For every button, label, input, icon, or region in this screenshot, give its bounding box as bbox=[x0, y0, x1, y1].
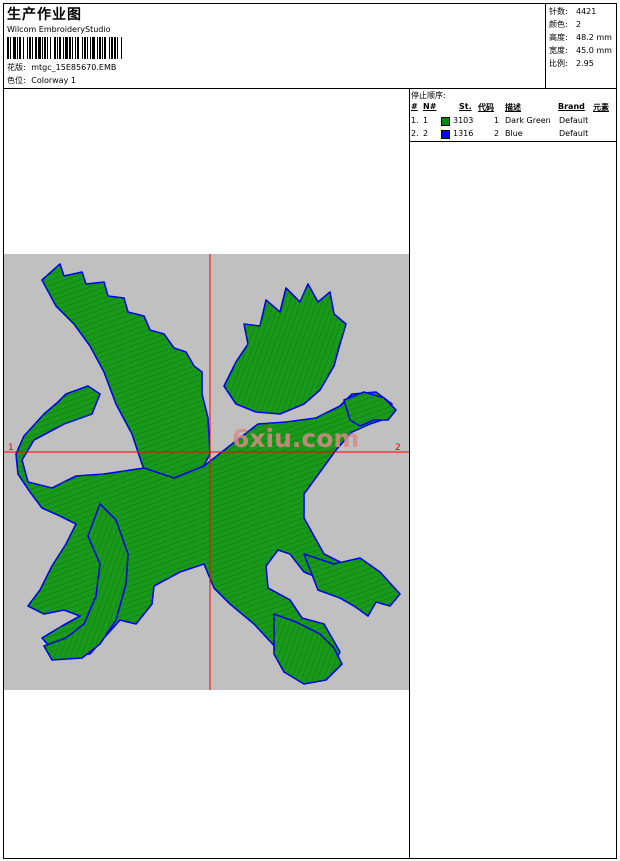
row-code: 2 bbox=[494, 129, 500, 138]
color-swatch bbox=[441, 130, 450, 139]
row-stitches: 3103 bbox=[453, 116, 474, 125]
stat-width: 宽度: 45.0 mm bbox=[549, 46, 612, 55]
col-header-n: N# bbox=[423, 102, 437, 111]
right-panel-divider bbox=[409, 88, 410, 859]
colorway-label: 色位: bbox=[7, 76, 26, 85]
axis-label-right: 2 bbox=[395, 443, 401, 453]
stat-scale: 比例: 2.95 bbox=[549, 59, 594, 68]
design-canvas: 1 2 bbox=[4, 254, 409, 690]
design-file-line: 花版: mtgc_15E85670.EMB bbox=[7, 62, 116, 73]
row-n: 1 bbox=[423, 116, 429, 125]
watermark: 6xiu.com bbox=[232, 424, 360, 453]
row-n: 2 bbox=[423, 129, 429, 138]
page-title: 生产作业图 bbox=[7, 7, 82, 23]
row-index: 1. bbox=[411, 116, 419, 125]
row-index: 2. bbox=[411, 129, 419, 138]
stats-divider bbox=[545, 3, 546, 89]
design-file-name: mtgc_15E85670.EMB bbox=[31, 63, 117, 72]
griffin-embroidery bbox=[4, 254, 409, 690]
col-header-description: 描述 bbox=[505, 103, 521, 112]
axis-label-left: 1 bbox=[8, 443, 14, 453]
color-swatch bbox=[441, 117, 450, 126]
header-divider bbox=[3, 88, 617, 89]
software-name: Wilcom EmbroideryStudio bbox=[7, 25, 111, 34]
row-brand: Default bbox=[559, 129, 589, 138]
table-row: 1. 1 3103 1 Dark Green Default bbox=[410, 116, 617, 129]
col-header-brand: Brand bbox=[558, 102, 585, 111]
barcode bbox=[7, 37, 122, 59]
design-file-label: 花版: bbox=[7, 63, 26, 72]
colorway-line: 色位: Colorway 1 bbox=[7, 75, 76, 86]
row-description: Dark Green bbox=[505, 116, 551, 125]
col-header-element: 元素 bbox=[593, 103, 609, 112]
stat-stitches: 针数: 4421 bbox=[549, 7, 597, 16]
stat-height: 高度: 48.2 mm bbox=[549, 33, 612, 42]
col-header-index: # bbox=[411, 102, 418, 111]
col-header-code: 代码 bbox=[478, 103, 494, 112]
col-header-stitches: St. bbox=[459, 102, 472, 111]
row-description: Blue bbox=[505, 129, 523, 138]
table-row: 2. 2 1316 2 Blue Default bbox=[410, 129, 617, 142]
row-stitches: 1316 bbox=[453, 129, 474, 138]
row-code: 1 bbox=[494, 116, 500, 125]
stop-sequence-label: 停止顺序: bbox=[411, 91, 446, 100]
colorway-name: Colorway 1 bbox=[31, 76, 76, 85]
row-brand: Default bbox=[559, 116, 589, 125]
stat-colors: 颜色: 2 bbox=[549, 20, 582, 29]
